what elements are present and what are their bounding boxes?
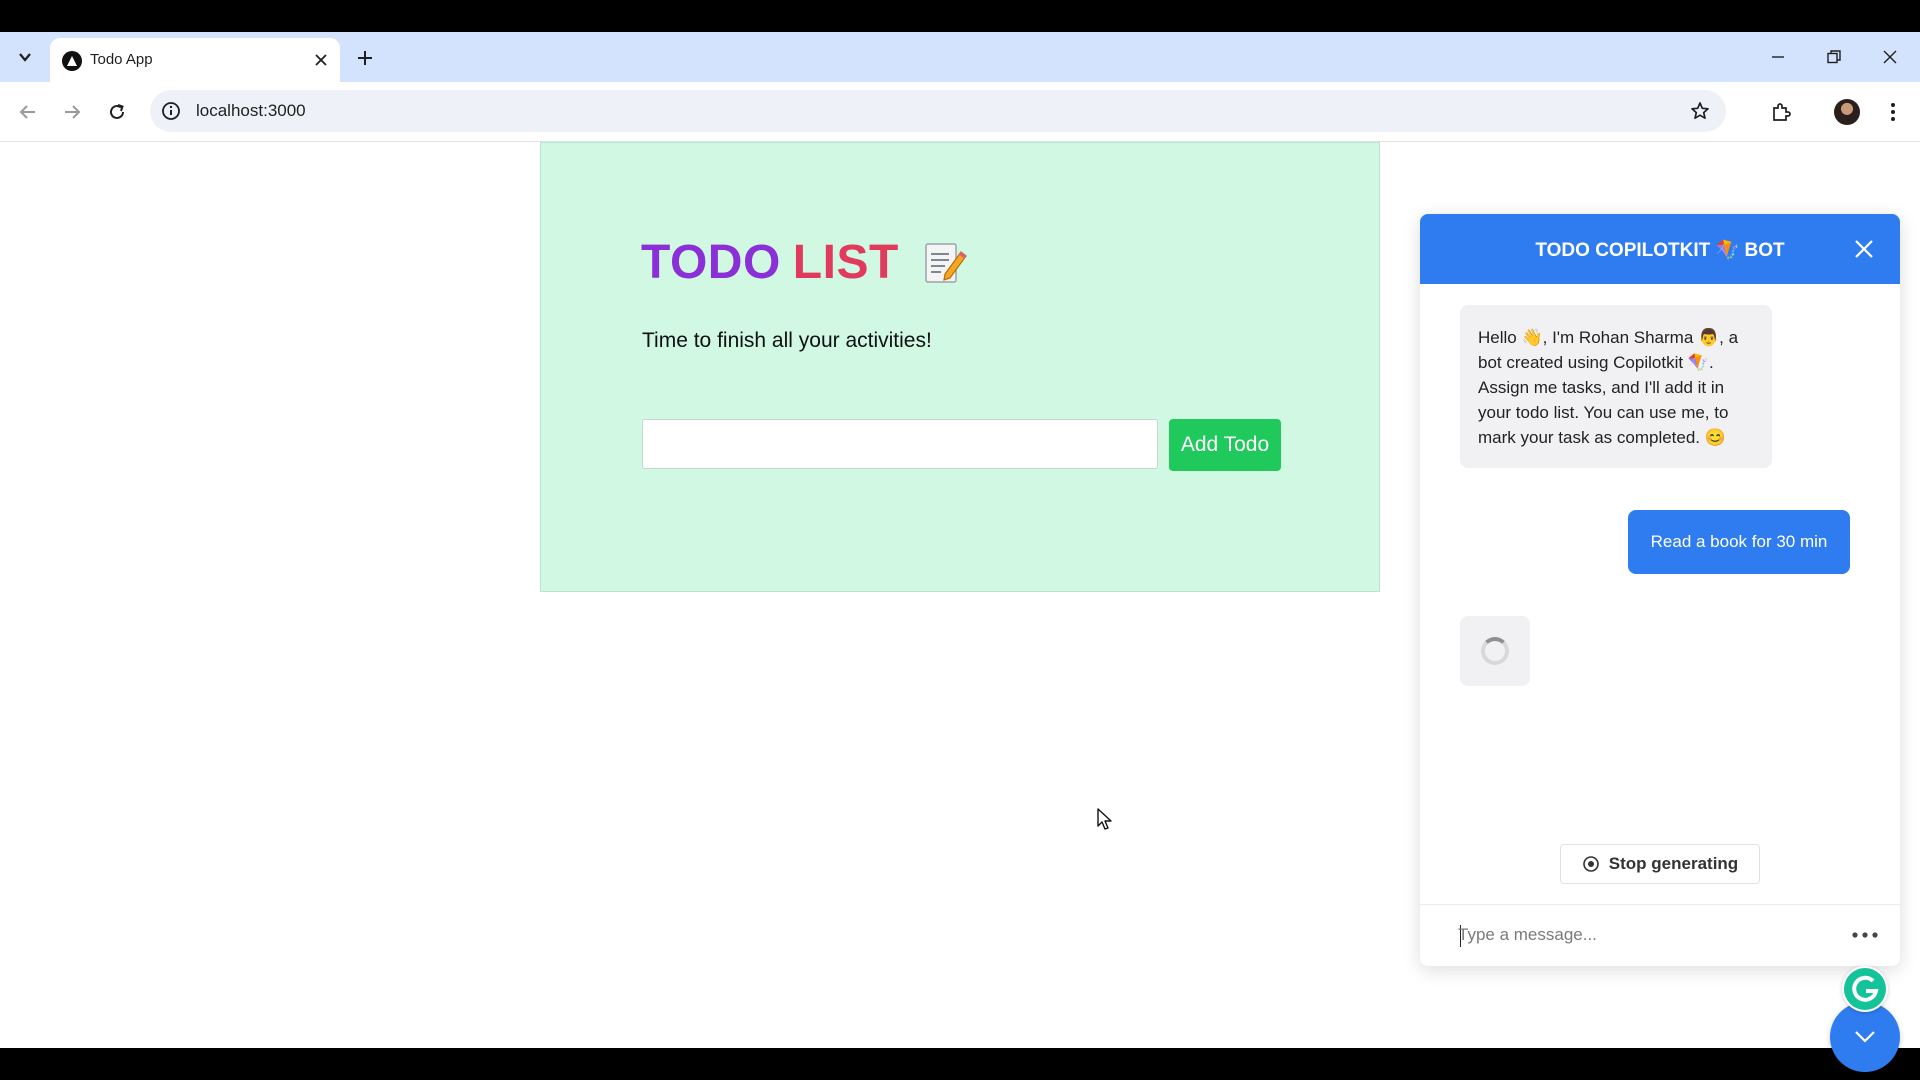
add-todo-button[interactable]: Add Todo: [1169, 419, 1281, 471]
chat-header: TODO COPILOTKIT 🪁 BOT: [1420, 214, 1900, 284]
tab-todo-app[interactable]: Todo App: [50, 38, 340, 82]
grammarly-button[interactable]: [1842, 966, 1888, 1012]
chat-title: TODO COPILOTKIT 🪁 BOT: [1535, 240, 1785, 261]
stop-generating-button[interactable]: Stop generating: [1560, 844, 1760, 884]
url-text: localhost:3000: [196, 101, 306, 120]
more-dots-icon: [1852, 932, 1878, 938]
stop-circle-icon: [1582, 855, 1600, 873]
page-subtitle: Time to finish all your activities!: [642, 329, 932, 352]
triangle-logo-icon: [62, 51, 82, 71]
close-window-button[interactable]: [1870, 40, 1910, 74]
page-title: TODO LIST: [641, 235, 967, 290]
memo-icon: [925, 242, 967, 283]
new-tab-button[interactable]: [350, 43, 380, 73]
avatar: [1834, 99, 1860, 125]
chat-input-row: [1420, 904, 1900, 966]
browser-toolbar: localhost:3000: [0, 82, 1920, 142]
restore-button[interactable]: [1814, 40, 1854, 74]
page-viewport: TODO LIST Time to finish all your activi…: [0, 142, 1920, 1072]
grammarly-icon: [1844, 968, 1886, 1010]
title-word-list: LIST: [792, 236, 899, 289]
forward-arrow-icon: [65, 105, 81, 119]
spinner-icon: [1481, 637, 1509, 665]
puzzle-icon: [1773, 103, 1791, 121]
browser-menu-button[interactable]: [1876, 95, 1910, 129]
todo-input[interactable]: [642, 419, 1158, 469]
todo-card: TODO LIST Time to finish all your activi…: [540, 142, 1380, 592]
stop-generating-label: Stop generating: [1608, 854, 1739, 873]
back-button[interactable]: [11, 95, 45, 129]
plus-icon: [358, 51, 372, 65]
minimize-button[interactable]: [1758, 40, 1798, 74]
chevron-down-icon: [1855, 1031, 1875, 1043]
profile-button[interactable]: [1830, 95, 1864, 129]
star-icon[interactable]: [1688, 99, 1712, 123]
chevron-down-icon: [19, 53, 31, 62]
tab-strip: Todo App: [0, 32, 1920, 82]
kebab-menu-icon: [1891, 103, 1895, 121]
reload-button[interactable]: [100, 95, 134, 129]
info-icon[interactable]: [160, 100, 182, 122]
extensions-button[interactable]: [1764, 95, 1798, 129]
restore-icon: [1827, 50, 1841, 64]
chat-toggle-button[interactable]: [1830, 1002, 1900, 1072]
user-message: Read a book for 30 min: [1628, 510, 1850, 574]
close-tab-button[interactable]: [310, 49, 332, 71]
chat-close-button[interactable]: [1852, 237, 1876, 261]
reload-icon: [110, 104, 124, 119]
tab-title: Todo App: [90, 51, 153, 68]
close-icon: [1883, 50, 1897, 64]
back-arrow-icon: [19, 105, 35, 119]
minimize-icon: [1772, 56, 1784, 58]
chat-more-button[interactable]: [1850, 925, 1880, 945]
forward-button[interactable]: [55, 95, 89, 129]
title-word-todo: TODO: [641, 236, 781, 289]
loading-indicator: [1460, 616, 1530, 686]
chat-message-input[interactable]: [1458, 919, 1818, 951]
mouse-cursor-icon: [1097, 808, 1112, 830]
chat-panel: TODO COPILOTKIT 🪁 BOT Hello 👋, I'm Rohan…: [1420, 214, 1900, 966]
address-bar[interactable]: localhost:3000: [150, 90, 1726, 132]
close-icon: [1855, 240, 1873, 258]
close-icon: [315, 54, 327, 66]
bot-message: Hello 👋, I'm Rohan Sharma 👨, a bot creat…: [1460, 305, 1772, 468]
tab-search-button[interactable]: [8, 40, 42, 74]
browser-window: Todo App localhost:3000 TODO LIST Time t…: [0, 32, 1920, 1072]
screen: Todo App localhost:3000 TODO LIST Time t…: [0, 0, 1920, 1080]
